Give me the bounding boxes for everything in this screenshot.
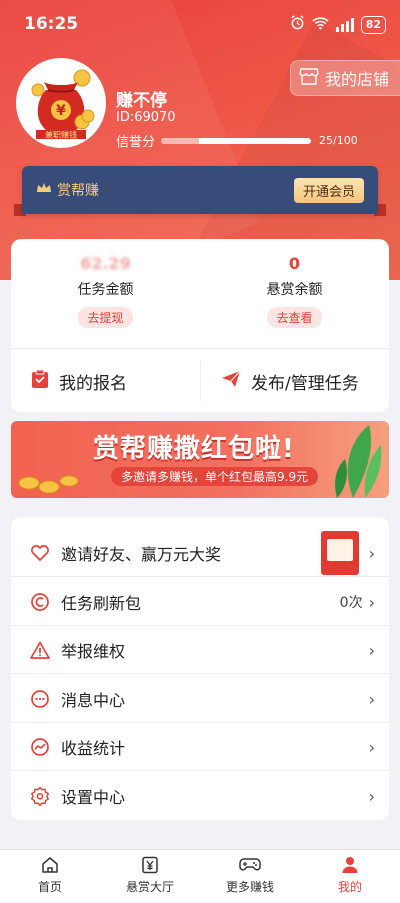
tab-label: 更多赚钱 xyxy=(225,880,274,894)
menu-item-refresh-pack[interactable]: 任务刷新包 0次 › xyxy=(11,578,389,626)
wifi-icon xyxy=(312,15,329,34)
coins-decoration xyxy=(18,475,79,494)
task-amount-value: 62.29 xyxy=(80,254,131,273)
menu-item-report[interactable]: 举报维权 › xyxy=(11,626,389,674)
user-name: 赚不停 xyxy=(116,91,167,111)
battery-indicator: 82 xyxy=(360,15,386,34)
menu-item-label: 邀请好友、赢万元大奖 xyxy=(61,545,222,564)
red-packet-promo-banner[interactable]: 赏帮赚撒红包啦! 多邀请多赚钱，单个红包最高9.9元 xyxy=(11,421,389,498)
refresh-pack-count: 0次 xyxy=(339,595,363,611)
banner-title: 赏帮赚撒红包啦! xyxy=(93,434,295,464)
leaf-decoration xyxy=(335,425,382,498)
warning-icon xyxy=(29,639,51,661)
red-envelope-thumbnail xyxy=(320,531,359,575)
message-icon xyxy=(29,688,51,710)
shop-icon xyxy=(299,67,319,89)
reward-balance-label: 悬赏余额 xyxy=(266,282,323,298)
tab-label: 首页 xyxy=(37,880,62,894)
tab-mine[interactable]: 我的 xyxy=(300,854,400,895)
menu-item-label: 设置中心 xyxy=(61,788,126,807)
my-shop-label: 我的店铺 xyxy=(325,70,390,89)
clipboard-icon xyxy=(31,369,49,394)
tab-reward-hall[interactable]: 悬赏大厅 xyxy=(100,854,200,895)
alarm-icon xyxy=(290,15,305,34)
menu-list: 邀请好友、赢万元大奖 › 任务刷新包 0次 › 举报维权 › 消息中心 › 收益… xyxy=(11,517,389,820)
task-amount-label: 任务金额 xyxy=(77,282,134,298)
my-shop-button[interactable]: 我的店铺 xyxy=(290,60,400,96)
chevron-right-icon: › xyxy=(368,592,375,612)
withdraw-button[interactable]: 去提现 xyxy=(78,307,133,328)
chevron-right-icon: › xyxy=(368,689,375,709)
divider xyxy=(11,348,389,349)
menu-item-settings[interactable]: 设置中心 › xyxy=(11,772,389,820)
task-amount-section: 62.29 任务金额 去提现 xyxy=(11,253,200,328)
user-id: ID:69070 xyxy=(116,110,176,125)
tab-label: 悬赏大厅 xyxy=(125,880,174,894)
divider xyxy=(200,361,201,401)
heart-icon xyxy=(29,542,51,564)
credit-progress-fill xyxy=(161,137,199,144)
crown-icon xyxy=(36,182,52,198)
menu-item-invite-friends[interactable]: 邀请好友、赢万元大奖 › xyxy=(11,529,389,577)
chevron-right-icon: › xyxy=(368,786,375,806)
tab-more-earnings[interactable]: 更多赚钱 xyxy=(200,854,300,895)
publish-manage-tasks-label: 发布/管理任务 xyxy=(251,373,359,394)
user-icon xyxy=(300,854,400,876)
gamepad-icon xyxy=(200,854,300,876)
reward-balance-value: 0 xyxy=(288,254,301,273)
tab-label: 我的 xyxy=(337,880,362,894)
chevron-right-icon: › xyxy=(368,543,375,563)
menu-item-label: 举报维权 xyxy=(61,642,126,661)
credit-label: 信誉分 xyxy=(116,135,156,150)
yen-icon xyxy=(100,854,200,876)
banner-subtitle: 多邀请多赚钱，单个红包最高9.9元 xyxy=(111,467,319,486)
tab-home[interactable]: 首页 xyxy=(0,854,100,895)
signal-icon xyxy=(335,17,354,32)
credit-progress-bar xyxy=(161,137,312,144)
reward-balance-section: 0 悬赏余额 去查看 xyxy=(200,253,389,328)
wallet-card: 62.29 任务金额 去提现 0 悬赏余额 去查看 我的报名 发布/管理任务 xyxy=(11,239,389,412)
svg-text:¥: ¥ xyxy=(56,103,66,119)
divider xyxy=(11,770,389,771)
vip-membership-bar: 赏帮赚 开通会员 xyxy=(22,166,378,214)
bottom-tab-bar: 首页 悬赏大厅 更多赚钱 我的 xyxy=(0,849,400,903)
divider xyxy=(11,673,389,674)
menu-item-earnings-stats[interactable]: 收益统计 › xyxy=(11,723,389,771)
chevron-right-icon: › xyxy=(368,640,375,660)
send-icon xyxy=(221,370,241,393)
my-signup-label: 我的报名 xyxy=(59,373,127,394)
divider xyxy=(11,576,389,577)
avatar[interactable]: ¥ 兼职赚钱 xyxy=(16,58,106,148)
avatar-logo-text: 兼职赚钱 xyxy=(45,130,77,140)
menu-item-messages[interactable]: 消息中心 › xyxy=(11,675,389,723)
chevron-right-icon: › xyxy=(368,737,375,757)
refresh-pack-icon xyxy=(29,591,51,613)
menu-item-label: 消息中心 xyxy=(61,691,126,710)
status-time: 16:25 xyxy=(24,14,79,34)
credit-count: 25/100 xyxy=(319,134,358,147)
home-icon xyxy=(0,854,100,876)
credit-score: 信誉分 25/100 xyxy=(116,131,358,150)
status-bar: 16:25 82 xyxy=(0,0,400,48)
vip-title: 赏帮赚 xyxy=(57,183,99,199)
menu-item-label: 收益统计 xyxy=(61,739,126,758)
view-balance-button[interactable]: 去查看 xyxy=(267,307,322,328)
menu-item-label: 任务刷新包 xyxy=(61,594,142,613)
my-signup-button[interactable]: 我的报名 xyxy=(31,361,127,401)
open-membership-button[interactable]: 开通会员 xyxy=(293,177,364,203)
publish-manage-tasks-button[interactable]: 发布/管理任务 xyxy=(221,361,359,401)
gear-icon xyxy=(29,785,51,807)
trend-chart-icon xyxy=(29,736,51,758)
